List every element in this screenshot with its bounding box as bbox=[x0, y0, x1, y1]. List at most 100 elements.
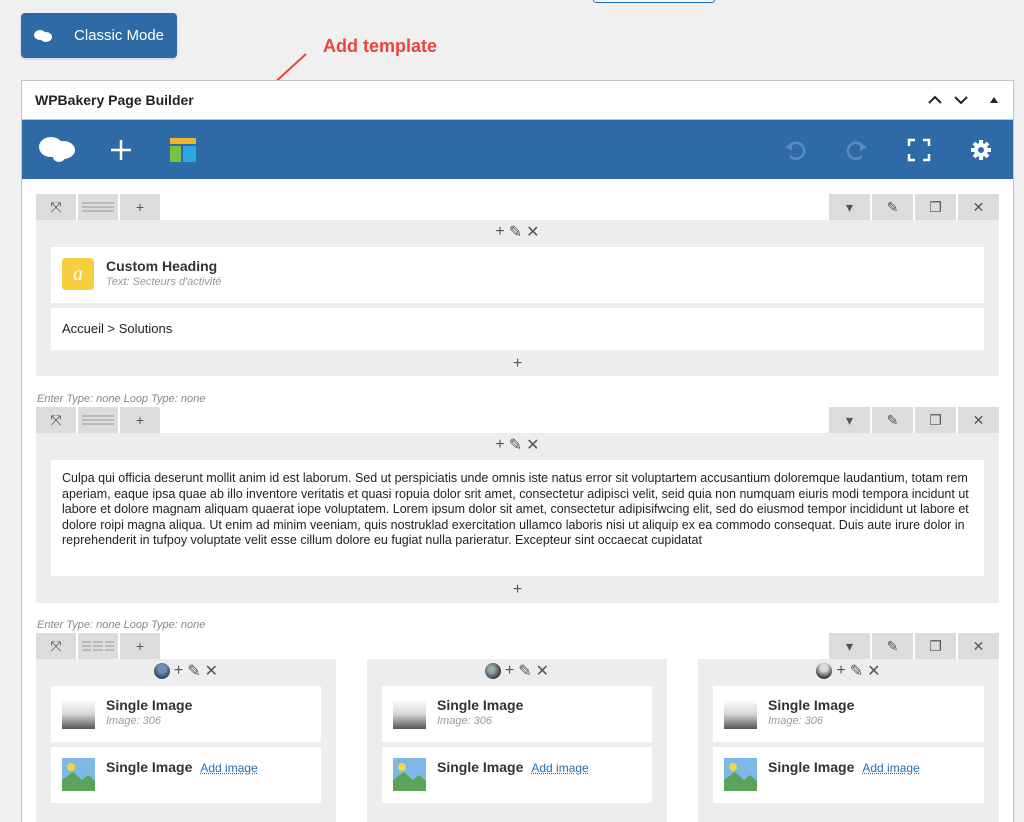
add-element-icon[interactable] bbox=[106, 120, 136, 179]
delete-column-icon[interactable]: ✕ bbox=[526, 435, 539, 455]
element-title: Single Image bbox=[768, 759, 855, 775]
single-image-element[interactable]: Single Image Add image bbox=[713, 747, 984, 803]
single-image-element[interactable]: Single Image Image: 306 bbox=[51, 686, 321, 742]
add-column-icon[interactable]: + bbox=[120, 407, 160, 433]
element-title: Single Image bbox=[106, 697, 193, 713]
row-meta: Enter Type: none Loop Type: none bbox=[37, 619, 206, 631]
row-controls-left: ⤧ + bbox=[36, 194, 162, 220]
add-element-icon[interactable]: + bbox=[505, 662, 514, 680]
delete-row-icon[interactable]: ✕ bbox=[958, 407, 999, 433]
delete-column-icon[interactable]: ✕ bbox=[205, 661, 218, 681]
wpbakery-logo-icon bbox=[34, 29, 52, 42]
add-element-icon[interactable]: + bbox=[513, 355, 522, 373]
row-3: ⤧ + ▾ ✎ ❐ ✕ + ✎ ✕ Single Image Image: 30… bbox=[36, 633, 999, 822]
drag-row-icon[interactable]: ⤧ bbox=[36, 407, 76, 433]
text-block-element[interactable]: Accueil > Solutions bbox=[51, 308, 984, 350]
custom-heading-icon: a bbox=[62, 258, 94, 290]
undo-icon[interactable] bbox=[780, 120, 810, 179]
page-builder-panel: WPBakery Page Builder ⤧ + ▾ ✎ ❐ ✕ + ✎ ✕ … bbox=[21, 80, 1014, 822]
builder-toolbar bbox=[22, 120, 1013, 179]
column-controls: + ✎ ✕ bbox=[36, 659, 336, 683]
add-image-link[interactable]: Add image bbox=[862, 761, 919, 775]
toggle-row-icon[interactable]: ▾ bbox=[829, 633, 870, 659]
add-element-icon[interactable]: + bbox=[495, 436, 504, 454]
text-block-element[interactable]: Culpa qui officia deserunt mollit anim i… bbox=[51, 460, 984, 576]
add-column-icon[interactable]: + bbox=[120, 194, 160, 220]
add-column-icon[interactable]: + bbox=[120, 633, 160, 659]
panel-header: WPBakery Page Builder bbox=[22, 81, 1013, 120]
image-placeholder-icon bbox=[393, 758, 426, 791]
row-layout-icon[interactable] bbox=[78, 633, 118, 659]
gear-icon[interactable] bbox=[966, 120, 996, 179]
toggle-row-icon[interactable]: ▾ bbox=[829, 194, 870, 220]
delete-row-icon[interactable]: ✕ bbox=[958, 194, 999, 220]
wpbakery-logo-icon[interactable] bbox=[36, 120, 78, 179]
column-controls: + ✎ ✕ bbox=[36, 433, 999, 457]
add-element-bottom: + bbox=[36, 578, 999, 602]
row-controls-right: ▾ ✎ ❐ ✕ bbox=[827, 633, 999, 659]
move-down-icon[interactable] bbox=[952, 91, 970, 109]
add-image-link[interactable]: Add image bbox=[200, 761, 257, 775]
top-partial-button[interactable] bbox=[593, 0, 715, 3]
add-element-icon[interactable]: + bbox=[174, 662, 183, 680]
panel-title: WPBakery Page Builder bbox=[35, 92, 194, 108]
edit-row-icon[interactable]: ✎ bbox=[872, 633, 913, 659]
column-avatar bbox=[484, 663, 501, 679]
row-controls-left: ⤧ + bbox=[36, 407, 162, 433]
element-subtitle: Image: 306 bbox=[768, 715, 824, 727]
column-controls: + ✎ ✕ bbox=[367, 659, 667, 683]
delete-column-icon[interactable]: ✕ bbox=[526, 222, 539, 242]
image-placeholder-icon bbox=[724, 758, 757, 791]
clone-row-icon[interactable]: ❐ bbox=[915, 194, 956, 220]
edit-column-icon[interactable]: ✎ bbox=[509, 435, 522, 455]
edit-column-icon[interactable]: ✎ bbox=[509, 222, 522, 242]
image-thumbnail bbox=[393, 699, 426, 729]
move-up-icon[interactable] bbox=[926, 91, 944, 109]
element-title: Single Image bbox=[437, 697, 524, 713]
delete-column-icon[interactable]: ✕ bbox=[536, 661, 549, 681]
element-title: Custom Heading bbox=[106, 258, 218, 274]
row-layout-icon[interactable] bbox=[78, 194, 118, 220]
column-controls: + ✎ ✕ bbox=[36, 220, 999, 244]
row-layout-icon[interactable] bbox=[78, 407, 118, 433]
edit-column-icon[interactable]: ✎ bbox=[850, 661, 863, 681]
single-image-element[interactable]: Single Image Image: 306 bbox=[713, 686, 984, 742]
custom-heading-element[interactable]: a Custom Heading Text: Secteurs d'activi… bbox=[51, 247, 984, 303]
element-subtitle: Image: 306 bbox=[437, 715, 493, 727]
delete-column-icon[interactable]: ✕ bbox=[867, 661, 880, 681]
classic-mode-button[interactable]: Classic Mode bbox=[21, 13, 177, 58]
add-element-bottom: + bbox=[36, 352, 999, 376]
clone-row-icon[interactable]: ❐ bbox=[915, 407, 956, 433]
row-controls-right: ▾ ✎ ❐ ✕ bbox=[827, 407, 999, 433]
single-image-element[interactable]: Single Image Image: 306 bbox=[382, 686, 652, 742]
column-3: + ✎ ✕ Single Image Image: 306 Single Ima… bbox=[698, 659, 999, 822]
column-1: + ✎ ✕ Single Image Image: 306 Single Ima… bbox=[36, 659, 336, 822]
edit-column-icon[interactable]: ✎ bbox=[187, 661, 200, 681]
templates-icon[interactable] bbox=[168, 120, 198, 179]
edit-row-icon[interactable]: ✎ bbox=[872, 194, 913, 220]
fullscreen-icon[interactable] bbox=[904, 120, 934, 179]
image-thumbnail bbox=[62, 699, 95, 729]
delete-row-icon[interactable]: ✕ bbox=[958, 633, 999, 659]
edit-column-icon[interactable]: ✎ bbox=[518, 661, 531, 681]
element-subtitle: Text: Secteurs d'activité bbox=[106, 276, 222, 288]
single-image-element[interactable]: Single Image Add image bbox=[382, 747, 652, 803]
clone-row-icon[interactable]: ❐ bbox=[915, 633, 956, 659]
toggle-row-icon[interactable]: ▾ bbox=[829, 407, 870, 433]
collapse-toggle-icon[interactable] bbox=[985, 91, 1003, 109]
column-avatar bbox=[153, 663, 170, 679]
add-element-icon[interactable]: + bbox=[495, 223, 504, 241]
row-controls-right: ▾ ✎ ❐ ✕ bbox=[827, 194, 999, 220]
redo-icon[interactable] bbox=[842, 120, 872, 179]
add-image-link[interactable]: Add image bbox=[531, 761, 588, 775]
single-image-element[interactable]: Single Image Add image bbox=[51, 747, 321, 803]
element-subtitle: Image: 306 bbox=[106, 715, 162, 727]
drag-row-icon[interactable]: ⤧ bbox=[36, 194, 76, 220]
add-element-icon[interactable]: + bbox=[836, 662, 845, 680]
column-2: + ✎ ✕ Single Image Image: 306 Single Ima… bbox=[367, 659, 667, 822]
drag-row-icon[interactable]: ⤧ bbox=[36, 633, 76, 659]
column-avatar bbox=[816, 663, 833, 679]
edit-row-icon[interactable]: ✎ bbox=[872, 407, 913, 433]
add-element-icon[interactable]: + bbox=[513, 581, 522, 599]
row-1: ⤧ + ▾ ✎ ❐ ✕ + ✎ ✕ a Custom Heading Text:… bbox=[36, 194, 999, 376]
